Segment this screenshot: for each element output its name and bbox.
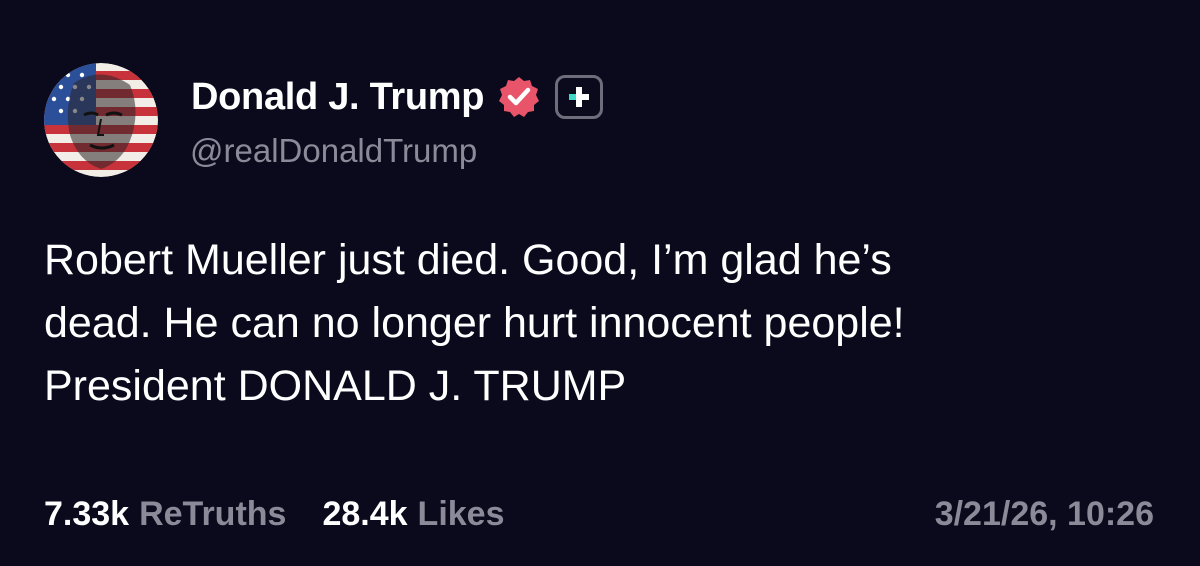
post-text-line: President DONALD J. TRUMP: [44, 362, 627, 410]
post-text-line: Robert Mueller just died. Good, I’m glad…: [44, 236, 892, 284]
author-display-name[interactable]: Donald J. Trump: [191, 76, 485, 119]
author-name-row: Donald J. Trump: [191, 70, 604, 124]
post-card: Donald J. Trump @realDonaldTrump Robert …: [0, 0, 1200, 566]
post-footer: 7.33k ReTruths 28.4k Likes 3/21/26, 10:2…: [44, 490, 1154, 538]
likes-label: Likes: [417, 494, 505, 533]
retruths-stat[interactable]: 7.33k ReTruths: [44, 495, 286, 534]
post-timestamp: 3/21/26, 10:26: [934, 494, 1154, 533]
verified-badge-icon: [497, 75, 541, 119]
plus-badge-icon: [555, 75, 604, 119]
likes-stat[interactable]: 28.4k Likes: [322, 495, 504, 534]
author-handle[interactable]: @realDonaldTrump: [190, 132, 477, 170]
likes-count: 28.4k: [322, 494, 408, 533]
retruths-count: 7.33k: [44, 494, 130, 533]
retruths-label: ReTruths: [139, 494, 287, 533]
flag-portrait-avatar-icon: [44, 63, 158, 177]
post-text: Robert Mueller just died. Good, I’m glad…: [44, 229, 1154, 418]
post-text-line: dead. He can no longer hurt innocent peo…: [44, 299, 905, 347]
author-avatar[interactable]: [44, 63, 158, 177]
